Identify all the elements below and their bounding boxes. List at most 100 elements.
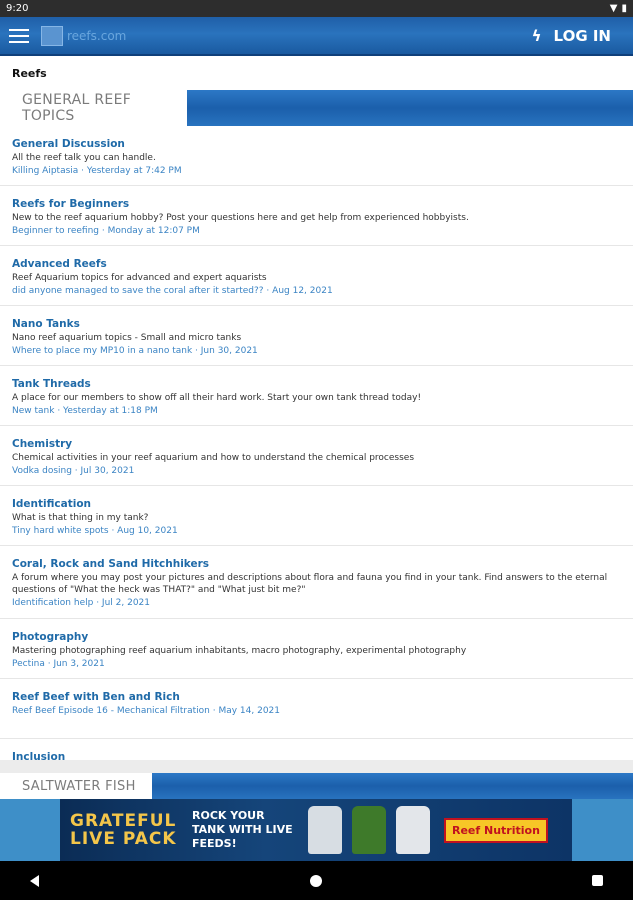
latest-post-date: Jul 30, 2021 xyxy=(80,466,135,476)
forum-latest-post[interactable]: Killing Aiptasia · Yesterday at 7:42 PM xyxy=(12,165,621,177)
forum-latest-post[interactable]: Identification help · Jul 2, 2021 xyxy=(12,597,621,609)
separator-dot: · xyxy=(93,598,102,608)
latest-thread-link[interactable]: Vodka dosing xyxy=(12,466,72,476)
latest-thread-link[interactable]: Pectina xyxy=(12,659,45,669)
back-icon[interactable] xyxy=(30,874,39,887)
ad-tagline: ROCK YOUR TANK WITH LIVE FEEDS! xyxy=(192,809,293,850)
breadcrumb-label[interactable]: Reefs xyxy=(12,67,47,80)
forum-row[interactable]: Reef Beef with Ben and Rich Reef Beef Epi… xyxy=(0,679,633,739)
forum-title[interactable]: Chemistry xyxy=(12,438,621,451)
logo-icon xyxy=(41,25,63,46)
status-bar: 9:20 ▼ ▮ xyxy=(0,0,633,17)
product-bottle xyxy=(352,806,386,854)
latest-thread-link[interactable]: Where to place my MP10 in a nano tank xyxy=(12,346,192,356)
forum-title[interactable]: Nano Tanks xyxy=(12,318,621,331)
forum-row[interactable]: Tank Threads A place for our members to s… xyxy=(0,366,633,426)
separator-dot: · xyxy=(99,226,108,236)
section-divider xyxy=(0,760,633,773)
ad-products xyxy=(308,806,430,854)
forum-title[interactable]: Reefs for Beginners xyxy=(12,198,621,211)
latest-thread-link[interactable]: Reef Beef Episode 16 - Mechanical Filtra… xyxy=(12,706,210,716)
forum-title[interactable]: Coral, Rock and Sand Hitchhikers xyxy=(12,558,621,571)
forum-title[interactable]: Photography xyxy=(12,631,621,644)
breadcrumb: Reefs xyxy=(0,56,633,90)
latest-post-date: May 14, 2021 xyxy=(218,706,281,716)
forum-row[interactable]: Photography Mastering photographing reef … xyxy=(0,619,633,679)
forum-latest-post[interactable]: Vodka dosing · Jul 30, 2021 xyxy=(12,465,621,477)
forum-title[interactable]: Reef Beef with Ben and Rich xyxy=(12,691,621,704)
menu-icon[interactable] xyxy=(9,28,29,43)
ad-headline: GRATEFUL LIVE PACK xyxy=(70,811,177,849)
latest-post-date: Jul 2, 2021 xyxy=(101,598,150,608)
forum-latest-post[interactable]: Pectina · Jun 3, 2021 xyxy=(12,658,621,670)
section-header-saltwater: SALTWATER FISH xyxy=(0,773,633,799)
forum-latest-post[interactable]: Tiny hard white spots · Aug 10, 2021 xyxy=(12,525,621,537)
product-bottle xyxy=(308,806,342,854)
wifi-icon: ▼ xyxy=(609,3,618,14)
latest-post-date: Yesterday at 7:42 PM xyxy=(86,166,182,176)
separator-dot: · xyxy=(192,346,201,356)
forum-latest-post[interactable]: New tank · Yesterday at 1:18 PM xyxy=(12,405,621,417)
separator-dot: · xyxy=(71,466,81,476)
forum-title[interactable]: Tank Threads xyxy=(12,378,621,391)
forum-description: Reef Aquarium topics for advanced and ex… xyxy=(12,273,267,283)
latest-thread-link[interactable]: did anyone managed to save the coral aft… xyxy=(12,286,264,296)
latest-post-date: Aug 12, 2021 xyxy=(272,286,333,296)
latest-post-date: Jun 3, 2021 xyxy=(53,659,105,669)
forum-row[interactable]: Reefs for Beginners New to the reef aquar… xyxy=(0,186,633,246)
ad-brand-logo: Reef Nutrition xyxy=(444,817,548,843)
app-bar: reefs.com ϟ LOG IN xyxy=(0,17,633,56)
forum-description: Chemical activities in your reef aquariu… xyxy=(12,453,415,463)
forum-title[interactable]: Identification xyxy=(12,498,621,511)
bolt-icon: ϟ xyxy=(531,26,542,45)
forum-list: General Discussion All the reef talk you … xyxy=(0,126,633,777)
latest-post-date: Monday at 12:07 PM xyxy=(107,226,200,236)
separator-dot: · xyxy=(54,406,64,416)
latest-thread-link[interactable]: Tiny hard white spots xyxy=(12,526,109,536)
forum-row[interactable]: Nano Tanks Nano reef aquarium topics - Sm… xyxy=(0,306,633,366)
ad-banner[interactable]: GRATEFUL LIVE PACK ROCK YOUR TANK WITH L… xyxy=(0,799,633,861)
forum-row[interactable]: Advanced Reefs Reef Aquarium topics for a… xyxy=(0,246,633,306)
forum-description: What is that thing in my tank? xyxy=(12,513,149,523)
separator-dot: · xyxy=(78,166,87,176)
system-nav-bar xyxy=(0,861,633,900)
home-icon[interactable] xyxy=(309,874,322,887)
forum-latest-post[interactable]: Reef Beef Episode 16 - Mechanical Filtra… xyxy=(12,705,621,717)
latest-thread-link[interactable]: Identification help xyxy=(12,598,93,608)
section-header-general: GENERAL REEF TOPICS xyxy=(0,90,633,126)
latest-post-date: Yesterday at 1:18 PM xyxy=(63,406,158,416)
forum-description: New to the reef aquarium hobby? Post you… xyxy=(12,213,469,223)
forum-description: Nano reef aquarium topics - Small and mi… xyxy=(12,333,242,343)
forum-description: A place for our members to show off all … xyxy=(12,393,422,403)
forum-latest-post[interactable]: did anyone managed to save the coral aft… xyxy=(12,285,621,297)
site-logo[interactable]: reefs.com xyxy=(41,25,127,46)
separator-dot: · xyxy=(108,526,118,536)
forum-latest-post[interactable]: Beginner to reefing · Monday at 12:07 PM xyxy=(12,225,621,237)
separator-dot: · xyxy=(263,286,273,296)
section-tab-general[interactable]: GENERAL REEF TOPICS xyxy=(0,90,187,126)
latest-post-date: Jun 30, 2021 xyxy=(200,346,258,356)
forum-title[interactable]: General Discussion xyxy=(12,138,621,151)
forum-row[interactable]: Coral, Rock and Sand Hitchhikers A forum … xyxy=(0,546,633,619)
logo-text: reefs.com xyxy=(67,28,127,43)
battery-icon: ▮ xyxy=(621,3,627,14)
product-bottle xyxy=(396,806,430,854)
latest-thread-link[interactable]: Killing Aiptasia xyxy=(12,166,78,176)
forum-description: A forum where you may post your pictures… xyxy=(12,573,608,595)
forum-row[interactable]: General Discussion All the reef talk you … xyxy=(0,126,633,186)
recent-apps-icon[interactable] xyxy=(592,875,603,886)
forum-description: Mastering photographing reef aquarium in… xyxy=(12,646,467,656)
latest-thread-link[interactable]: Beginner to reefing xyxy=(12,226,99,236)
login-button[interactable]: ϟ LOG IN xyxy=(532,27,611,45)
login-label: LOG IN xyxy=(553,26,611,45)
forum-row[interactable]: Identification What is that thing in my t… xyxy=(0,486,633,546)
forum-title[interactable]: Advanced Reefs xyxy=(12,258,621,271)
latest-thread-link[interactable]: New tank xyxy=(12,406,54,416)
ad-creative[interactable]: GRATEFUL LIVE PACK ROCK YOUR TANK WITH L… xyxy=(60,799,572,861)
forum-row[interactable]: Chemistry Chemical activities in your ree… xyxy=(0,426,633,486)
forum-description: All the reef talk you can handle. xyxy=(12,153,156,163)
status-time: 9:20 xyxy=(6,3,29,14)
latest-post-date: Aug 10, 2021 xyxy=(117,526,178,536)
section-tab-saltwater[interactable]: SALTWATER FISH xyxy=(0,773,152,799)
forum-latest-post[interactable]: Where to place my MP10 in a nano tank · … xyxy=(12,345,621,357)
